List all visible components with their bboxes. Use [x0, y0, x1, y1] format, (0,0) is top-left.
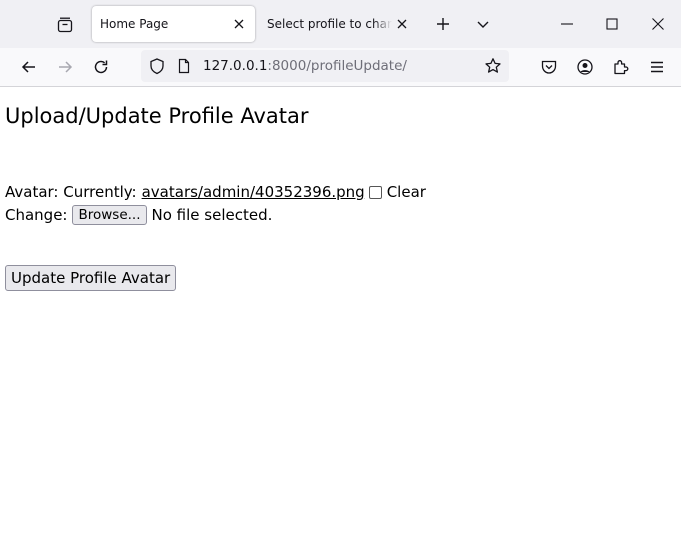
- avatar-change-row: Change: Browse... No file selected.: [5, 205, 272, 225]
- change-label: Change:: [5, 206, 68, 224]
- current-avatar-link[interactable]: avatars/admin/40352396.png: [142, 183, 365, 201]
- url-host: 127.0.0.1: [203, 58, 268, 74]
- maximize-icon[interactable]: [600, 12, 624, 36]
- tab-bar: Home Page Select profile to change | Dj: [0, 0, 681, 48]
- tab-title: Home Page: [100, 17, 169, 31]
- puzzle-icon[interactable]: [609, 55, 633, 79]
- forward-arrow-icon[interactable]: [53, 55, 77, 79]
- pocket-icon[interactable]: [537, 55, 561, 79]
- minimize-icon[interactable]: [555, 12, 579, 36]
- browse-button[interactable]: Browse...: [72, 205, 147, 225]
- shield-icon[interactable]: [145, 54, 169, 78]
- reload-icon[interactable]: [89, 55, 113, 79]
- page-content: Upload/Update Profile Avatar Avatar: Cur…: [0, 87, 681, 558]
- tab-home-page[interactable]: Home Page: [92, 6, 255, 42]
- star-icon[interactable]: [481, 54, 505, 78]
- url-text[interactable]: 127.0.0.1:8000/profileUpdate/: [203, 58, 407, 74]
- update-profile-avatar-button[interactable]: Update Profile Avatar: [5, 265, 177, 291]
- tab-title: Select profile to change | Dj: [267, 17, 392, 31]
- hamburger-menu-icon[interactable]: [645, 55, 669, 79]
- tab-select-profile[interactable]: Select profile to change | Dj: [258, 6, 418, 42]
- clear-checkbox[interactable]: [368, 185, 382, 199]
- navigation-toolbar: 127.0.0.1:8000/profileUpdate/: [0, 48, 681, 87]
- window-close-icon[interactable]: [646, 12, 670, 36]
- plus-icon[interactable]: [431, 12, 455, 36]
- account-icon[interactable]: [573, 55, 597, 79]
- url-bar[interactable]: 127.0.0.1:8000/profileUpdate/: [141, 50, 509, 82]
- url-path: :8000/profileUpdate/: [267, 58, 407, 74]
- close-icon[interactable]: [229, 14, 249, 34]
- file-status-text: No file selected.: [151, 206, 273, 224]
- close-icon[interactable]: [392, 14, 412, 34]
- avatar-current-row: Avatar: Currently: avatars/admin/4035239…: [5, 183, 426, 201]
- clear-label: Clear: [386, 183, 426, 201]
- avatar-label: Avatar: Currently:: [5, 183, 137, 201]
- tab-overview-icon[interactable]: [52, 12, 78, 38]
- chevron-down-icon[interactable]: [471, 12, 495, 36]
- back-arrow-icon[interactable]: [17, 55, 41, 79]
- page-icon[interactable]: [172, 54, 196, 78]
- page-title: Upload/Update Profile Avatar: [5, 104, 309, 128]
